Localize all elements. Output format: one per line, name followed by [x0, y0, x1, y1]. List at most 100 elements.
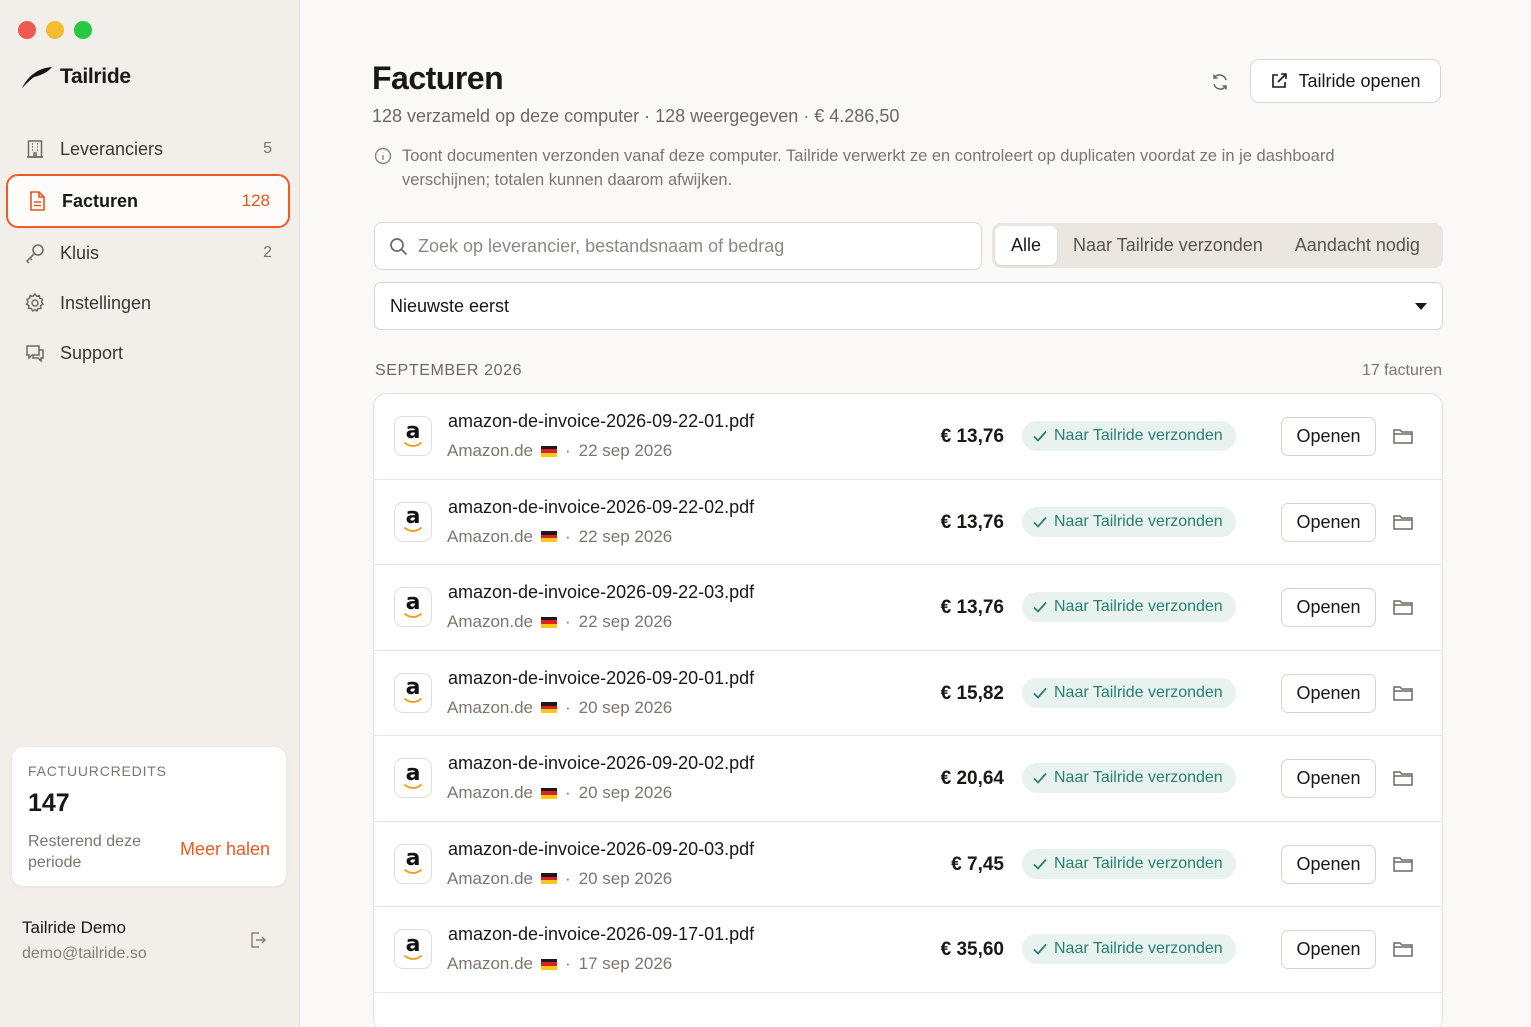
check-icon [1033, 430, 1047, 442]
sidebar-item-label: Instellingen [60, 292, 152, 313]
credits-subtitle: Resterend deze periode [28, 833, 141, 871]
get-more-credits-link[interactable]: Meer halen [180, 839, 270, 860]
invoice-row: a amazon-de-invoice-2026-09-22-01.pdf Am… [374, 394, 1442, 480]
document-icon [25, 189, 49, 213]
status-label: Naar Tailride verzonden [1054, 427, 1223, 444]
credits-caption: FACTUURCREDITS [28, 763, 167, 779]
invoice-vendor: Amazon.de [447, 783, 533, 802]
open-tailride-button[interactable]: Tailride openen [1250, 59, 1441, 103]
sidebar-nav: Leveranciers 5 Facturen 128 Kluis 2 Inst… [6, 124, 290, 378]
sidebar-item-count: 128 [241, 191, 270, 210]
germany-flag-icon [541, 787, 557, 799]
info-notice-text: Toont documenten verzonden vanaf deze co… [402, 147, 1335, 189]
invoice-row: a amazon-de-invoice-2026-09-22-02.pdf Am… [374, 480, 1442, 565]
search-icon [389, 237, 408, 256]
open-invoice-button[interactable]: Openen [1281, 588, 1376, 627]
invoice-amount: € 20,64 [940, 768, 1004, 789]
filter-all[interactable]: Alle [995, 226, 1058, 265]
amazon-logo-icon: a [405, 589, 421, 615]
amazon-logo-icon: a [405, 931, 421, 957]
status-label: Naar Tailride verzonden [1054, 854, 1223, 872]
page-summary: 128 verzameld op deze computer · 128 wee… [372, 106, 900, 126]
open-invoice-button[interactable]: Openen [1281, 930, 1376, 969]
page-title: Facturen [372, 60, 504, 96]
vendor-logo: a [394, 758, 432, 798]
meta-separator: · [565, 612, 571, 631]
invoice-filename: amazon-de-invoice-2026-09-20-02.pdf [448, 753, 755, 773]
sidebar-item-leveranciers[interactable]: Leveranciers 5 [6, 124, 290, 174]
invoice-list: a amazon-de-invoice-2026-09-22-01.pdf Am… [373, 393, 1443, 1027]
amazon-logo-icon: a [405, 760, 421, 786]
status-label: Naar Tailride verzonden [1054, 683, 1223, 701]
open-invoice-button[interactable]: Openen [1281, 844, 1376, 884]
sidebar-item-facturen[interactable]: Facturen 128 [6, 174, 290, 228]
invoice-date: 17 sep 2026 [578, 954, 673, 973]
vendor-logo: a [394, 416, 432, 456]
main-content: Facturen 128 verzameld op deze computer … [300, 0, 1531, 1027]
vendor-logo: a [394, 587, 432, 627]
sidebar-item-instellingen[interactable]: Instellingen [6, 278, 290, 328]
amazon-logo-icon: a [405, 504, 421, 529]
invoice-date: 22 sep 2026 [578, 526, 673, 546]
sidebar-item-label: Support [60, 342, 124, 363]
check-icon [1033, 601, 1047, 613]
sidebar-item-kluis[interactable]: Kluis 2 [6, 228, 290, 278]
status-badge: Naar Tailride verzonden [1022, 506, 1236, 537]
zoom-window-button[interactable] [74, 21, 92, 39]
caret-down-icon [1415, 303, 1427, 310]
close-window-button[interactable] [18, 21, 36, 39]
folder-icon[interactable] [1392, 854, 1414, 879]
open-invoice-button[interactable]: Openen [1281, 417, 1376, 456]
folder-icon[interactable] [1392, 683, 1414, 708]
meta-separator: · [565, 783, 571, 802]
invoice-meta: Amazon.de · 17 sep 2026 [447, 954, 672, 974]
status-badge: Naar Tailride verzonden [1022, 934, 1236, 964]
folder-icon[interactable] [1392, 597, 1414, 622]
invoice-amount: € 35,60 [940, 939, 1004, 960]
germany-flag-icon [541, 445, 557, 457]
folder-icon[interactable] [1392, 939, 1414, 964]
search-field[interactable] [374, 222, 982, 270]
invoice-amount: € 13,76 [940, 426, 1004, 447]
status-label: Naar Tailride verzonden [1054, 769, 1223, 786]
folder-icon[interactable] [1392, 512, 1414, 537]
vendor-logo: a [394, 501, 432, 542]
group-header: SEPTEMBER 2026 17 facturen [375, 362, 1442, 380]
invoice-filename: amazon-de-invoice-2026-09-20-01.pdf [448, 667, 755, 688]
invoice-filename: amazon-de-invoice-2026-09-20-03.pdf [448, 838, 755, 859]
info-icon [374, 147, 392, 172]
germany-flag-icon [541, 531, 557, 543]
user-panel: Tailride Demo demo@tailride.so [22, 918, 272, 963]
filter-sent[interactable]: Naar Tailride verzonden [1057, 226, 1279, 265]
meta-separator: · [565, 697, 571, 717]
germany-flag-icon [541, 958, 557, 970]
open-invoice-button[interactable]: Openen [1281, 673, 1376, 713]
invoice-amount: € 7,45 [951, 853, 1004, 875]
logout-icon[interactable] [248, 930, 268, 955]
minimize-window-button[interactable] [46, 21, 64, 39]
gear-icon [23, 291, 47, 315]
status-badge: Naar Tailride verzonden [1022, 848, 1236, 879]
open-invoice-button[interactable]: Openen [1281, 759, 1376, 798]
vendor-logo: a [394, 929, 432, 969]
search-input[interactable] [418, 235, 958, 257]
sidebar-item-label: Facturen [62, 190, 139, 211]
sort-select[interactable]: Nieuwste eerst [374, 282, 1443, 330]
amazon-logo-icon: a [405, 846, 421, 871]
filter-attention[interactable]: Aandacht nodig [1279, 226, 1436, 265]
check-icon [1033, 943, 1047, 955]
invoice-date: 20 sep 2026 [578, 697, 673, 717]
folder-icon[interactable] [1392, 426, 1414, 451]
vendor-logo: a [394, 672, 432, 713]
check-icon [1033, 858, 1047, 870]
invoice-row: a amazon-de-invoice-2026-09-20-03.pdf Am… [374, 822, 1442, 907]
user-name: Tailride Demo [22, 918, 126, 937]
invoice-filename: amazon-de-invoice-2026-09-17-01.pdf [448, 924, 755, 944]
open-invoice-button[interactable]: Openen [1281, 502, 1376, 542]
check-icon [1033, 516, 1047, 528]
key-icon [23, 241, 47, 265]
refresh-icon[interactable] [1206, 68, 1234, 96]
tailride-logo-icon [22, 67, 52, 88]
folder-icon[interactable] [1392, 768, 1414, 793]
sidebar-item-support[interactable]: Support [6, 328, 290, 378]
